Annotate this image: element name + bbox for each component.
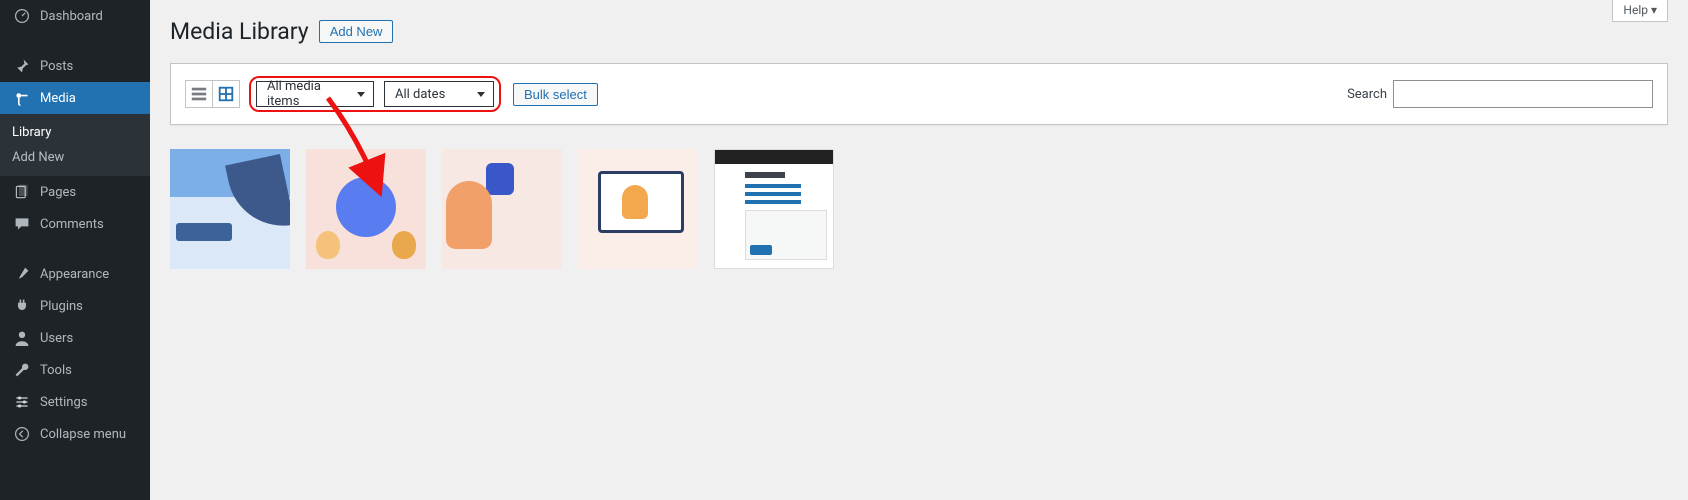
view-list-button[interactable] [185, 80, 213, 108]
menu-label: Plugins [40, 299, 83, 314]
menu-settings[interactable]: Settings [0, 386, 150, 418]
media-grid [170, 149, 1668, 269]
sliders-icon [12, 394, 32, 410]
wrench-icon [12, 362, 32, 378]
media-icon [12, 90, 32, 106]
media-item[interactable] [170, 149, 290, 269]
search-wrap: Search [1347, 80, 1653, 108]
menu-tools[interactable]: Tools [0, 354, 150, 386]
menu-label: Collapse menu [40, 427, 126, 442]
media-toolbar: All media items All dates Bulk select Se… [170, 63, 1668, 125]
menu-label: Dashboard [40, 9, 103, 24]
collapse-icon [12, 426, 32, 442]
pages-icon [12, 184, 32, 200]
plug-icon [12, 298, 32, 314]
media-submenu: Library Add New [0, 114, 150, 176]
page-title: Media Library [170, 18, 309, 45]
menu-plugins[interactable]: Plugins [0, 290, 150, 322]
menu-label: Pages [40, 185, 76, 200]
filter-date-select[interactable]: All dates [384, 81, 494, 107]
menu-label: Users [40, 331, 73, 346]
media-item[interactable] [714, 149, 834, 269]
user-icon [12, 330, 32, 346]
menu-label: Posts [40, 59, 73, 74]
menu-media[interactable]: Media [0, 82, 150, 114]
comments-icon [12, 216, 32, 232]
menu-users[interactable]: Users [0, 322, 150, 354]
filter-media-type-select[interactable]: All media items [256, 81, 374, 107]
media-item[interactable] [442, 149, 562, 269]
menu-label: Media [40, 91, 76, 106]
pin-icon [12, 58, 32, 74]
page-header: Media Library Add New [170, 0, 1668, 45]
menu-posts[interactable]: Posts [0, 50, 150, 82]
select-value: All dates [395, 87, 445, 102]
annotation-highlight: All media items All dates [249, 76, 501, 112]
menu-dashboard[interactable]: Dashboard [0, 0, 150, 32]
bulk-select-button[interactable]: Bulk select [513, 83, 598, 106]
menu-comments[interactable]: Comments [0, 208, 150, 240]
menu-label: Settings [40, 395, 87, 410]
add-new-button[interactable]: Add New [319, 20, 394, 43]
media-item[interactable] [306, 149, 426, 269]
search-input[interactable] [1393, 80, 1653, 108]
menu-appearance[interactable]: Appearance [0, 258, 150, 290]
select-value: All media items [267, 79, 345, 109]
menu-label: Tools [40, 363, 72, 378]
submenu-add-new[interactable]: Add New [0, 145, 150, 170]
menu-label: Appearance [40, 267, 109, 282]
view-grid-button[interactable] [212, 80, 240, 108]
menu-label: Comments [40, 217, 104, 232]
content-area: Help ▾ Media Library Add New All media i… [150, 0, 1688, 500]
admin-sidebar: Dashboard Posts Media Library Add New Pa… [0, 0, 150, 500]
help-tab[interactable]: Help ▾ [1612, 0, 1668, 22]
submenu-library[interactable]: Library [0, 120, 150, 145]
collapse-menu[interactable]: Collapse menu [0, 418, 150, 450]
media-item[interactable] [578, 149, 698, 269]
search-label: Search [1347, 87, 1387, 102]
menu-pages[interactable]: Pages [0, 176, 150, 208]
dashboard-icon [12, 8, 32, 24]
brush-icon [12, 266, 32, 282]
